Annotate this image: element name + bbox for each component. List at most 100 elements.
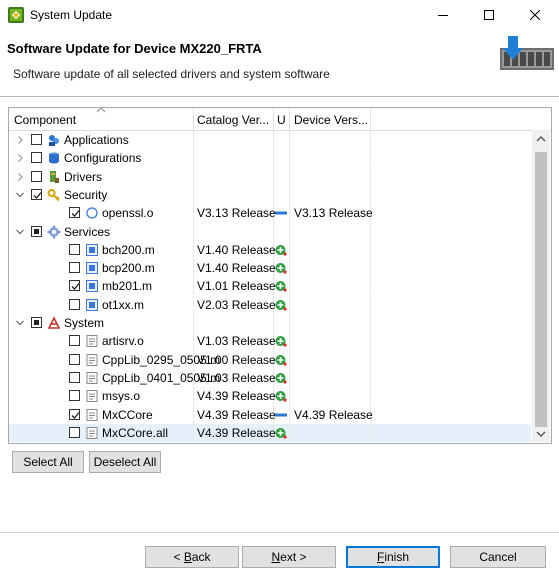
tree-group-row[interactable]: System bbox=[9, 314, 531, 332]
checkbox[interactable] bbox=[31, 152, 42, 164]
grid-line bbox=[289, 185, 290, 204]
component-name: Security bbox=[64, 187, 108, 202]
close-button[interactable] bbox=[512, 0, 558, 30]
checkbox[interactable] bbox=[31, 225, 42, 237]
component-name: artisrv.o bbox=[102, 334, 144, 349]
column-divider[interactable] bbox=[289, 108, 290, 130]
chevron-right-icon[interactable] bbox=[15, 152, 25, 164]
column-update[interactable]: U bbox=[277, 113, 286, 127]
tree-group-row[interactable]: Configurations bbox=[9, 149, 531, 168]
checkbox[interactable] bbox=[31, 317, 42, 328]
checkbox[interactable] bbox=[69, 371, 80, 383]
update-add-icon bbox=[275, 336, 287, 347]
checkbox[interactable] bbox=[69, 353, 80, 365]
chevron-down-icon[interactable] bbox=[15, 189, 25, 201]
checkbox[interactable] bbox=[69, 390, 80, 402]
next-mnemonic: N bbox=[271, 550, 281, 564]
tree-row[interactable]: msys.o V4.39 Release bbox=[9, 387, 531, 406]
scroll-up-icon[interactable] bbox=[536, 135, 546, 143]
tree-row[interactable]: bch200.m V1.40 Release bbox=[9, 240, 531, 259]
checkbox[interactable] bbox=[69, 280, 80, 292]
catalog-version: V1.40 Release bbox=[197, 242, 276, 257]
checkbox[interactable] bbox=[31, 188, 42, 200]
cancel-button[interactable]: Cancel bbox=[450, 546, 546, 568]
tree-row[interactable]: CppLib_0295_0505.m V1.00 Release bbox=[9, 350, 531, 369]
chevron-right-icon[interactable] bbox=[15, 134, 25, 146]
column-divider[interactable] bbox=[193, 108, 194, 130]
checkbox[interactable] bbox=[69, 408, 80, 420]
catalog-version: V4.39 Release bbox=[197, 425, 276, 440]
checkbox[interactable] bbox=[69, 335, 80, 347]
tree-row[interactable]: MxCCore V4.39 Release V4.39 Release bbox=[9, 405, 531, 424]
scroll-down-icon[interactable] bbox=[536, 430, 546, 438]
tree-row[interactable]: openssl.o V3.13 Release V3.13 Release bbox=[9, 204, 531, 223]
checkbox[interactable] bbox=[69, 243, 80, 255]
back-mnemonic: B bbox=[183, 550, 192, 564]
component-name: Drivers bbox=[64, 169, 102, 184]
next-button[interactable]: Next > bbox=[242, 546, 336, 568]
component-name: Configurations bbox=[64, 151, 142, 166]
update-add-icon bbox=[275, 354, 287, 366]
finish-mnemonic: F bbox=[376, 550, 385, 564]
tree-row[interactable]: artisrv.o V1.03 Release bbox=[9, 332, 531, 351]
update-same-icon bbox=[275, 413, 287, 416]
device-version: V4.39 Release bbox=[294, 407, 373, 422]
column-divider[interactable] bbox=[370, 108, 371, 130]
header-divider bbox=[0, 96, 559, 97]
component-name: Services bbox=[64, 224, 111, 239]
key-icon bbox=[47, 188, 61, 202]
checkbox[interactable] bbox=[69, 298, 80, 310]
window-title: System Update bbox=[30, 8, 113, 22]
window-titlebar: System Update bbox=[0, 0, 559, 30]
tree-group-row[interactable]: Services bbox=[9, 222, 531, 241]
tree-group-row[interactable]: Applications bbox=[9, 131, 531, 149]
component-tree[interactable]: Component Catalog Ver... U Device Vers..… bbox=[8, 107, 552, 444]
checkbox[interactable] bbox=[69, 426, 80, 438]
device-version: V3.13 Release bbox=[294, 206, 373, 221]
grid-line bbox=[370, 387, 371, 406]
grid-line bbox=[289, 387, 290, 406]
checkbox[interactable] bbox=[69, 262, 80, 274]
maximize-button[interactable] bbox=[466, 0, 512, 30]
scrollbar-thumb[interactable] bbox=[535, 152, 547, 427]
update-add-icon bbox=[275, 244, 287, 256]
checkbox[interactable] bbox=[31, 134, 42, 145]
checkbox[interactable] bbox=[31, 170, 42, 182]
component-name: openssl.o bbox=[102, 206, 154, 221]
checkbox[interactable] bbox=[69, 207, 80, 219]
grid-line bbox=[193, 350, 194, 369]
grid-line bbox=[289, 222, 290, 241]
tree-row[interactable]: ot1xx.m V2.03 Release bbox=[9, 295, 531, 314]
back-label: ack bbox=[191, 550, 211, 564]
module-icon bbox=[85, 261, 99, 275]
column-catalog-version[interactable]: Catalog Ver... bbox=[197, 113, 272, 127]
vertical-scrollbar[interactable] bbox=[532, 130, 550, 442]
column-divider[interactable] bbox=[273, 108, 274, 130]
chevron-down-icon[interactable] bbox=[15, 226, 25, 238]
tree-group-row[interactable]: Security bbox=[9, 185, 531, 204]
chevron-down-icon[interactable] bbox=[15, 317, 25, 329]
grid-line bbox=[370, 259, 371, 278]
tree-row[interactable]: MxCCore.all V4.39 Release bbox=[9, 423, 531, 442]
catalog-version: V2.03 Release bbox=[197, 297, 276, 312]
column-device-version[interactable]: Device Vers... bbox=[294, 113, 374, 127]
grid-line bbox=[193, 314, 194, 332]
component-name: mb201.m bbox=[102, 279, 153, 294]
tree-row[interactable]: mb201.m V1.01 Release bbox=[9, 277, 531, 296]
tree-row[interactable]: CppLib_0401_0505.m V1.03 Release bbox=[9, 368, 531, 387]
gear-icon bbox=[47, 225, 61, 239]
select-all-button[interactable]: Select All bbox=[12, 451, 84, 473]
grid-line bbox=[289, 332, 290, 351]
back-button[interactable]: < Back bbox=[145, 546, 239, 568]
component-name: msys.o bbox=[102, 389, 141, 404]
footer-divider bbox=[0, 532, 559, 533]
deselect-all-button[interactable]: Deselect All bbox=[89, 451, 161, 473]
tree-group-row[interactable]: Drivers bbox=[9, 167, 531, 186]
grid-line bbox=[273, 185, 274, 204]
chevron-right-icon[interactable] bbox=[15, 171, 25, 183]
finish-button[interactable]: Finish bbox=[346, 546, 440, 568]
minimize-button[interactable] bbox=[420, 0, 466, 30]
column-component[interactable]: Component bbox=[14, 113, 76, 127]
update-same-icon bbox=[275, 211, 287, 215]
tree-row[interactable]: bcp200.m V1.40 Release bbox=[9, 259, 531, 278]
